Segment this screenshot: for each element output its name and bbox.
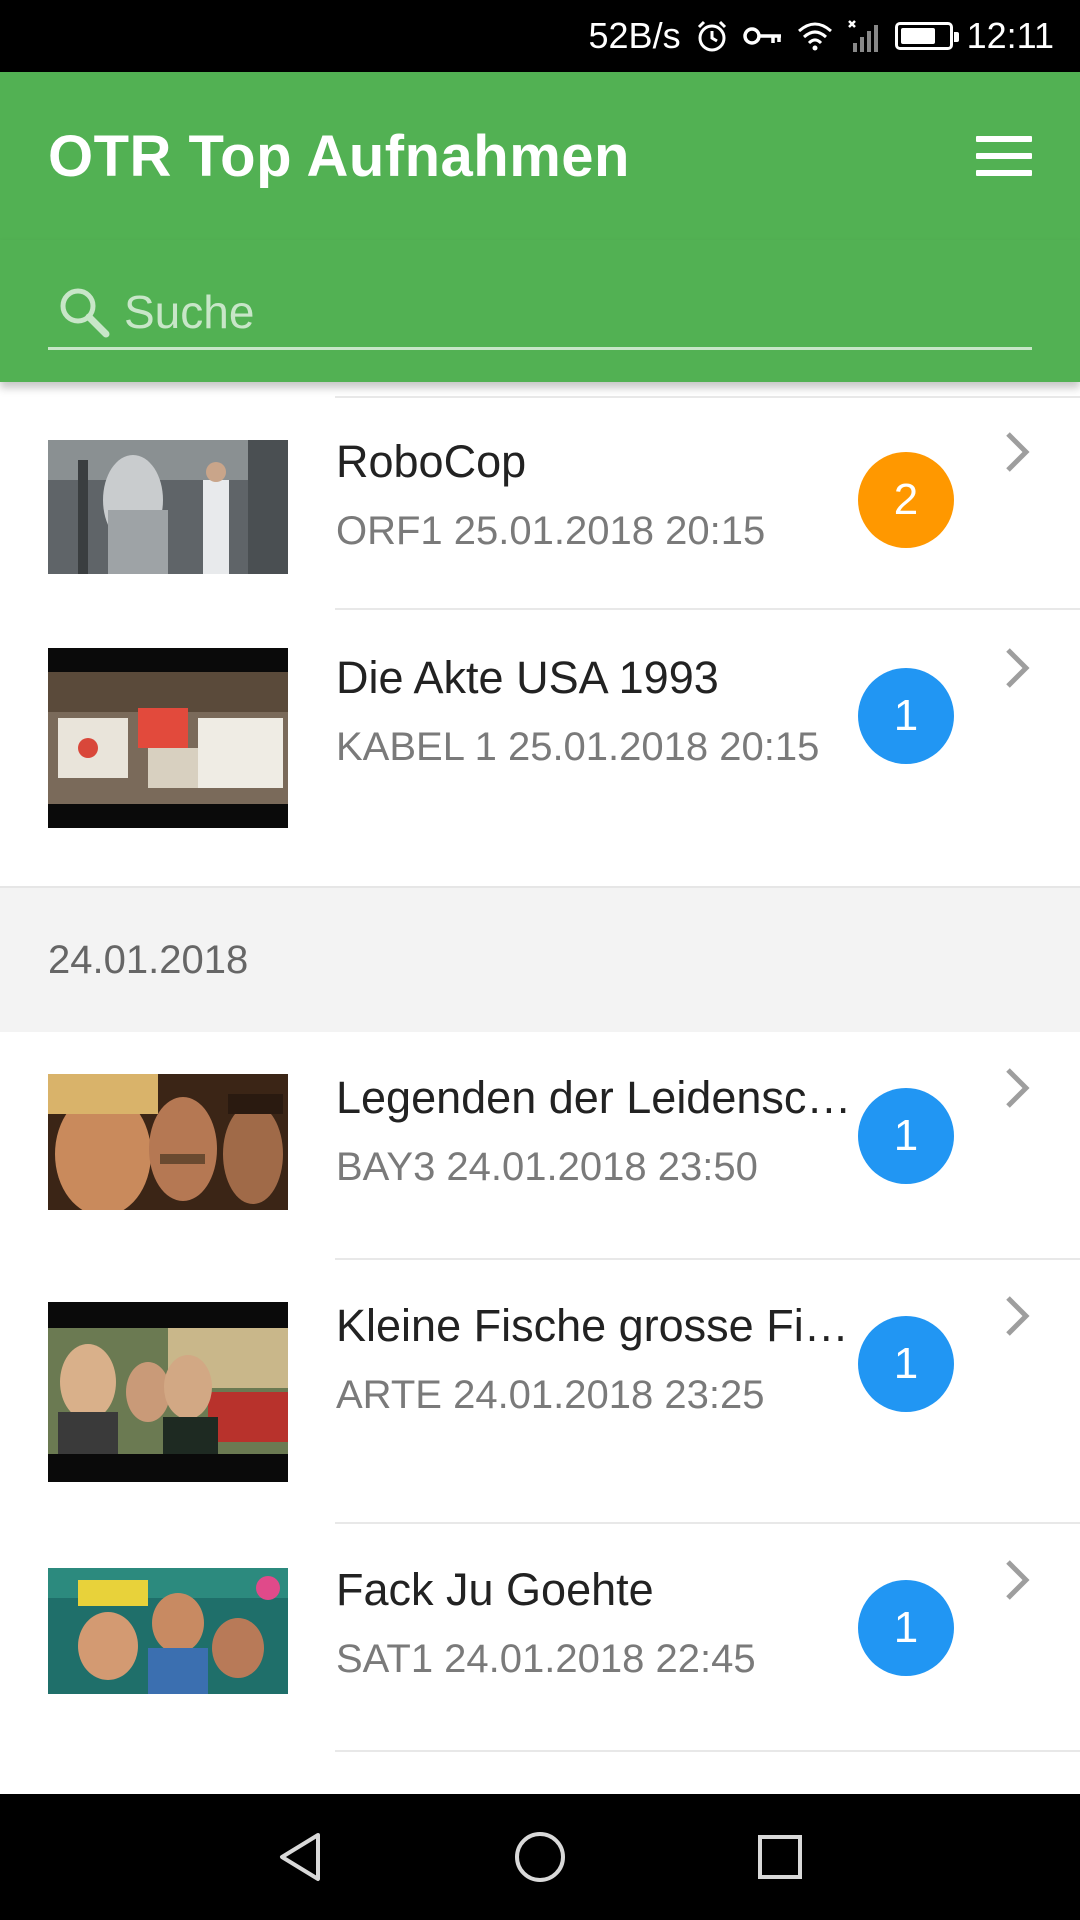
count-badge: 1 [858,1580,954,1676]
back-icon[interactable] [270,1827,330,1887]
alarm-icon [695,19,729,53]
app-title: OTR Top Aufnahmen [48,123,630,189]
item-title: Die Akte USA 1993 [336,652,719,703]
item-subtitle: BAY3 24.01.2018 23:50 [336,1145,758,1189]
status-bar: 52B/s 12:11 [0,0,1080,72]
row-divider [335,1750,1080,1752]
search-input[interactable] [124,284,1032,339]
count-badge: 1 [858,1316,954,1412]
item-title: Fack Ju Goehte [336,1564,654,1615]
status-time: 12:11 [966,15,1054,56]
thumbnail-image [48,648,288,828]
list-item[interactable]: Legenden der Leidenschaft BAY3 24.01.201… [0,1032,1080,1260]
thumbnail-image [48,1568,288,1694]
chevron-right-icon [1006,1560,1030,1600]
list-item[interactable]: Die Akte USA 1993 KABEL 1 25.01.2018 20:… [0,610,1080,880]
list-item[interactable]: Kleine Fische grosse Fische ARTE 24.01.2… [0,1260,1080,1524]
count-badge: 2 [858,452,954,548]
chevron-right-icon [1006,648,1030,688]
list-item[interactable]: Fack Ju Goehte SAT1 24.01.2018 22:45 1 [0,1524,1080,1752]
home-icon[interactable] [510,1827,570,1887]
search-bar [0,240,1080,382]
battery-icon [894,22,959,50]
network-speed: 52B/s [588,15,681,56]
thumbnail-image [48,440,288,574]
chevron-right-icon [1006,1068,1030,1108]
recordings-list[interactable]: RoboCop ORF1 25.01.2018 20:15 2 Die Akte… [0,382,1080,1794]
list-item[interactable]: RoboCop ORF1 25.01.2018 20:15 2 [0,396,1080,610]
app-bar: OTR Top Aufnahmen [0,72,1080,240]
wifi-icon [797,21,833,51]
recents-icon[interactable] [750,1827,810,1887]
item-title: RoboCop [336,436,527,487]
chevron-right-icon [1006,432,1030,472]
item-subtitle: SAT1 24.01.2018 22:45 [336,1637,756,1681]
thumbnail-image [48,1074,288,1210]
item-subtitle: ARTE 24.01.2018 23:25 [336,1373,765,1417]
item-title: Kleine Fische grosse Fische [336,1300,861,1351]
thumbnail-image [48,1302,288,1482]
navigation-bar [0,1794,1080,1920]
count-badge: 1 [858,1088,954,1184]
search-icon [60,288,110,337]
app-screen: 52B/s 12:11 OTR Top Aufnahmen Suche Robo… [0,0,1080,1920]
item-subtitle: KABEL 1 25.01.2018 20:15 [336,725,820,769]
section-date-header: 24.01.2018 [0,886,1080,1032]
item-subtitle: ORF1 25.01.2018 20:15 [336,509,766,553]
vpn-key-icon [742,23,783,49]
hamburger-menu-icon[interactable] [976,136,1032,176]
search-field[interactable] [48,276,1032,350]
chevron-right-icon [1006,1296,1030,1336]
item-title: Legenden der Leidenschaft [336,1072,861,1123]
count-badge: 1 [858,668,954,764]
signal-icon [847,19,881,53]
